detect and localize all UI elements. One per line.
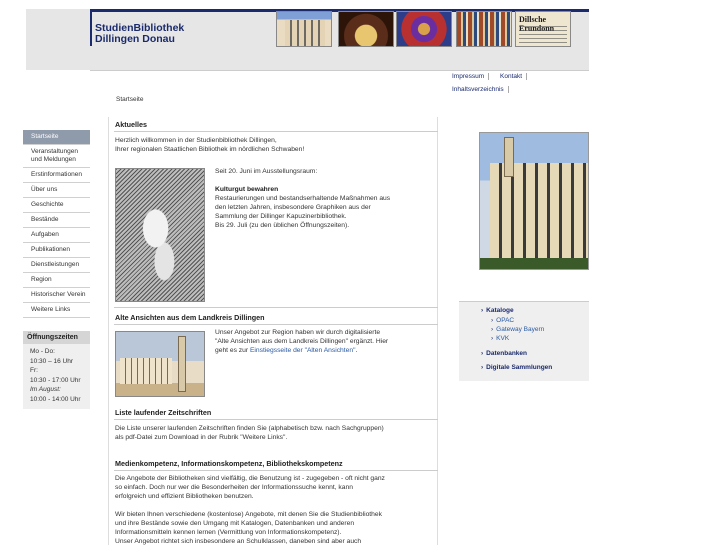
divider bbox=[114, 324, 438, 325]
divider bbox=[114, 419, 438, 420]
right-column: Kataloge OPAC Gateway Bayern KVK Datenba… bbox=[459, 117, 589, 545]
opening-hours-box: Öffnungszeiten Mo - Do: 10:30 – 16 Uhr F… bbox=[23, 331, 90, 409]
hours-line: 10:00 - 14:00 Uhr bbox=[30, 395, 81, 403]
exhibition-text: Seit 20. Juni im Ausstellungsraum: Kultu… bbox=[215, 168, 391, 229]
gateway-bayern-link[interactable]: Gateway Bayern bbox=[491, 326, 544, 333]
exhibition-title: Kulturgut bewahren bbox=[215, 186, 279, 193]
main-content: Aktuelles Herzlich willkommen in der Stu… bbox=[108, 117, 438, 545]
impressum-link[interactable]: Impressum bbox=[448, 73, 490, 80]
nav-item-region[interactable]: Region bbox=[23, 273, 90, 288]
header-vertical-rule bbox=[90, 9, 92, 46]
nav-item-veranstaltungen[interactable]: Veranstaltungen und Meldungen bbox=[23, 145, 90, 168]
header-image-manuscript bbox=[396, 11, 452, 47]
site-logo-title[interactable]: StudienBibliothek Dillingen Donau bbox=[95, 23, 184, 45]
divider bbox=[114, 131, 438, 132]
section-title-zeitschriften: Liste laufender Zeitschriften bbox=[115, 408, 212, 417]
kvk-link[interactable]: KVK bbox=[491, 335, 509, 342]
catalog-links-box: Kataloge OPAC Gateway Bayern KVK Datenba… bbox=[459, 301, 589, 381]
kontakt-link[interactable]: Kontakt bbox=[496, 73, 528, 80]
left-navigation: Startseite Veranstaltungen und Meldungen… bbox=[23, 130, 90, 318]
kataloge-link[interactable]: Kataloge bbox=[481, 307, 513, 314]
nav-item-weitere-links[interactable]: Weitere Links bbox=[23, 303, 90, 318]
nav-item-erstinformationen[interactable]: Erstinformationen bbox=[23, 168, 90, 183]
section-title-alte-ansichten: Alte Ansichten aus dem Landkreis Dilling… bbox=[115, 313, 265, 322]
hours-line: Mo - Do: bbox=[30, 348, 55, 355]
nav-item-historischer-verein[interactable]: Historischer Verein bbox=[23, 288, 90, 303]
header-image-bookshelf bbox=[456, 11, 512, 47]
site-header: StudienBibliothek Dillingen Donau Dillsc… bbox=[26, 9, 589, 70]
digitale-sammlungen-link[interactable]: Digitale Sammlungen bbox=[481, 364, 552, 371]
header-image-building bbox=[276, 11, 332, 47]
nav-item-bestaende[interactable]: Bestände bbox=[23, 213, 90, 228]
breadcrumb[interactable]: Startseite bbox=[116, 96, 143, 103]
sculpture-image[interactable] bbox=[115, 168, 205, 302]
nav-item-dienstleistungen[interactable]: Dienstleistungen bbox=[23, 258, 90, 273]
divider bbox=[114, 470, 438, 471]
old-view-image[interactable] bbox=[115, 331, 205, 397]
welcome-text: Herzlich willkommen in der Studienbiblio… bbox=[115, 137, 305, 153]
header-image-document: Dillsche Erundonn bbox=[515, 11, 571, 47]
hours-line: 10:30 - 17:00 Uhr bbox=[30, 376, 81, 384]
top-links: Impressum Kontakt Inhaltsverzeichnis bbox=[90, 70, 589, 93]
nav-item-ueber-uns[interactable]: Über uns bbox=[23, 183, 90, 198]
opening-hours-title: Öffnungszeiten bbox=[23, 331, 90, 344]
ansichten-text: Unser Angebot zur Region haben wir durch… bbox=[215, 329, 389, 354]
section-title-aktuelles: Aktuelles bbox=[115, 120, 147, 129]
divider bbox=[114, 307, 438, 308]
opac-link[interactable]: OPAC bbox=[491, 317, 514, 324]
site-title-line2: Dillingen Donau bbox=[95, 33, 175, 45]
medienkompetenz-text: Die Angebote der Bibliotheken sind vielf… bbox=[115, 475, 385, 545]
header-image-fresco bbox=[338, 11, 394, 47]
inhaltsverzeichnis-link[interactable]: Inhaltsverzeichnis bbox=[448, 86, 509, 93]
library-building-photo bbox=[479, 132, 589, 270]
nav-item-geschichte[interactable]: Geschichte bbox=[23, 198, 90, 213]
hours-line: 10:30 – 16 Uhr bbox=[30, 357, 74, 365]
nav-item-startseite[interactable]: Startseite bbox=[23, 130, 90, 145]
section-title-medienkompetenz: Medienkompetenz, Informationskompetenz, … bbox=[115, 459, 343, 468]
hours-line: Im August: bbox=[30, 386, 61, 393]
nav-item-aufgaben[interactable]: Aufgaben bbox=[23, 228, 90, 243]
nav-item-publikationen[interactable]: Publikationen bbox=[23, 243, 90, 258]
alte-ansichten-link[interactable]: Einstiegsseite der "Alten Ansichten" bbox=[250, 347, 356, 354]
datenbanken-link[interactable]: Datenbanken bbox=[481, 350, 527, 357]
zeitschriften-text: Die Liste unserer laufenden Zeitschrifte… bbox=[115, 425, 384, 441]
hours-line: Fr: bbox=[30, 367, 38, 374]
